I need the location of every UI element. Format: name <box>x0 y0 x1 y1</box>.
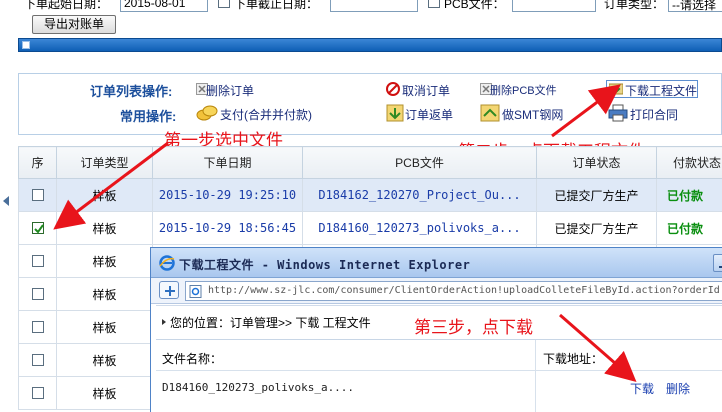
step3-arrow <box>559 313 637 382</box>
step1-arrow <box>53 141 169 230</box>
step2-arrow <box>551 84 621 138</box>
annotation-arrows <box>53 84 637 382</box>
